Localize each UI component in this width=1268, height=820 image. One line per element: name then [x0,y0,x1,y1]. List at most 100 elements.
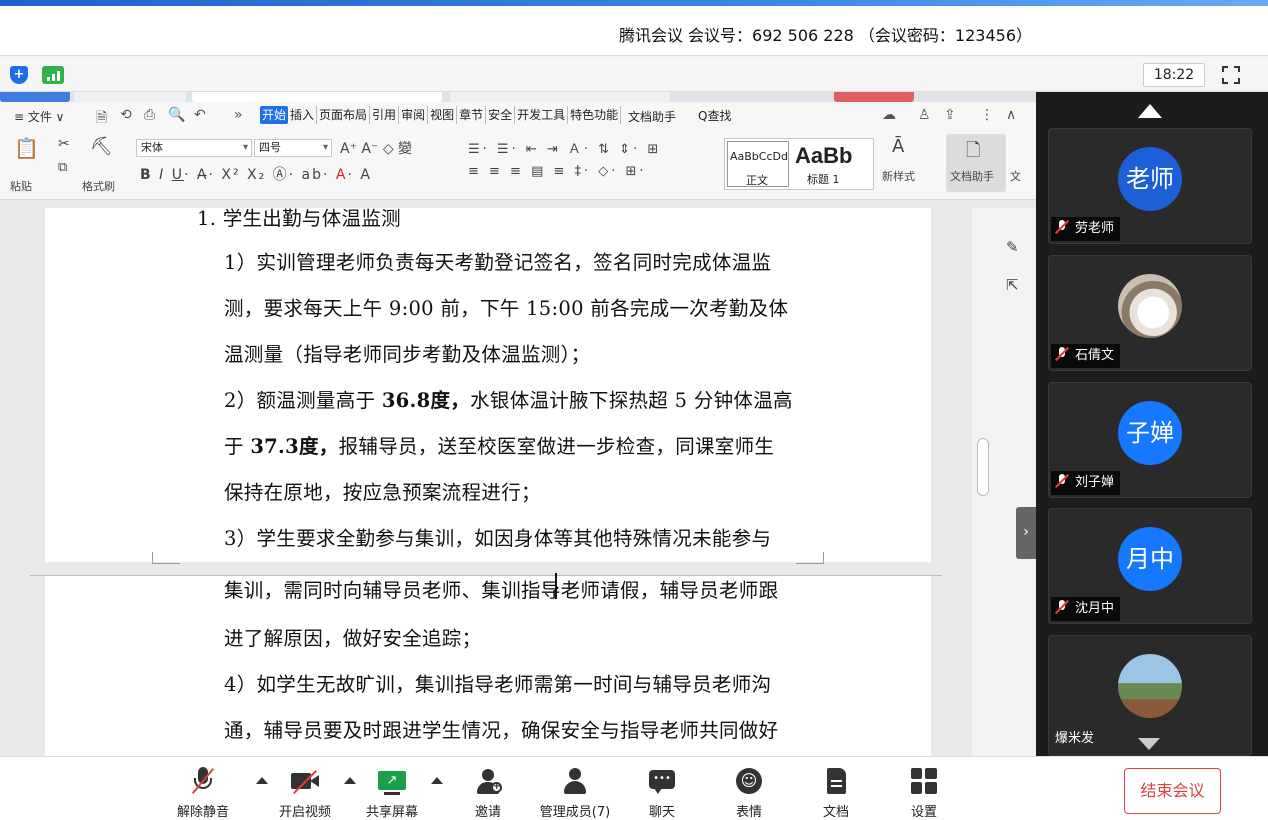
members-icon [561,767,589,795]
network-signal-icon[interactable] [42,66,64,84]
new-style-icon[interactable]: Ā [892,136,904,157]
style-heading-1[interactable]: AaBb 标题 1 [793,141,859,187]
tab-developer[interactable]: 开发工具 [515,106,569,124]
document-paragraph-line: 2）额温测量高于 36.8度，水银体温计腋下探热超 5 分钟体温高 [224,384,793,413]
tab-chapter[interactable]: 章节 [457,106,487,124]
participant-name: 石倩文 [1051,344,1121,368]
copy-icon[interactable]: ⧉ [58,160,67,175]
list-icons[interactable]: ☰· ☰· ⇤ ⇥ Ａ· ⇅ ⇕· ⊞ [468,138,661,157]
collab-icon[interactable]: ♙ [918,107,931,123]
unmute-button[interactable]: 解除静音 [163,765,243,820]
manage-members-button[interactable]: 管理成员(7) [535,765,615,820]
font-name-select[interactable]: 宋体 [136,139,252,157]
line-text: 进了解原因，做好安全追踪； [224,627,482,650]
cut-icon[interactable]: ✂ [58,136,70,152]
participant-tile[interactable]: 月中 沈月中 [1048,508,1252,624]
doc-assistant-icon: 🗋 [966,140,981,161]
text-cursor [555,573,557,599]
fullscreen-icon[interactable] [1222,66,1240,84]
unmute-label: 解除静音 [176,805,229,820]
participant-name-text: 石倩文 [1075,348,1115,363]
document-paragraph-line: 进了解原因，做好安全追踪； [224,622,481,651]
pointer-icon[interactable]: ⇱ [1006,276,1019,294]
security-shield-icon[interactable]: + [10,66,28,84]
scroll-down-arrow-icon[interactable] [1138,738,1160,750]
mic-muted-icon [1054,473,1070,489]
mic-muted-icon [1054,219,1070,235]
mic-off-icon [189,767,217,795]
document-paragraph-line: 1）实训管理老师负责每天考勤登记签名，签名同时完成体温监 [224,246,771,275]
tab-security[interactable]: 安全 [486,106,516,124]
document-icon [822,767,850,795]
vertical-scrollbar[interactable] [972,208,994,756]
line-text: 水银体温计腋下探热超 5 分钟体温高 [470,389,793,412]
end-meeting-button[interactable]: 结束会议 [1124,768,1221,814]
new-style-label[interactable]: 新样式 [882,168,915,184]
docs-button[interactable]: 文档 [796,765,876,820]
line-text: 保持在原地，按应急预案流程进行； [224,481,541,504]
tab-page-layout[interactable]: 页面布局 [317,106,371,124]
undo-icon[interactable]: ↶ [194,107,206,123]
grow-font-icon[interactable]: A⁺ A⁻ ◇ 變 [340,138,412,158]
scroll-up-arrow-icon[interactable] [1138,104,1162,118]
invite-button[interactable]: + 邀请 [448,765,528,820]
side-tools: ✎ ⇱ [994,208,1036,756]
doc-assistant-button[interactable]: 🗋 文档助手 [946,134,1006,192]
align-icons[interactable]: ≡ ≡ ≡ ▤ ≡ ‡· ◇· ⊞· [468,164,647,179]
style-normal[interactable]: AaBbCcDd 正文 [727,141,789,187]
meeting-banner: 腾讯会议 会议号：692 506 228 （会议密码：123456） [0,6,1268,56]
participant-name: 劳老师 [1051,217,1121,241]
document-paragraph-line: 温测量（指导老师同步考勤及体温监测）； [224,338,590,367]
settings-button[interactable]: 设置 [884,765,964,820]
share-screen-icon: ↗ [378,767,406,795]
file-menu[interactable]: ≡ 文件 ∨ [14,108,64,125]
tab-review[interactable]: 审阅 [399,106,429,124]
emoji-button[interactable]: ☺ 表情 [709,765,789,820]
text-format-icons[interactable]: B I U· A̶· X² X₂ Ⓐ· ab· A· A [140,164,372,184]
find-menu[interactable]: Q查找 [698,107,731,124]
invite-label: 邀请 [474,805,501,820]
participant-tile[interactable]: 老师 劳老师 [1048,128,1252,244]
ribbon-tabs: 开始 插入 页面布局 引用 审阅 视图 章节 安全 开发工具 特色功能 [260,106,622,124]
kebab-icon[interactable]: ⋮ [980,107,994,123]
doc-assistant-menu[interactable]: 文档助手 [628,108,676,125]
font-size-select[interactable]: 四号 [254,139,332,157]
cloud-icon[interactable]: ☁ [882,107,896,123]
pen-icon[interactable]: ✎ [1006,238,1019,256]
share-icon[interactable]: ⟲ [120,107,132,123]
chat-button[interactable]: ••• 聊天 [622,765,702,820]
share-options-caret-icon[interactable] [431,777,443,784]
tab-home[interactable]: 开始 [260,106,289,124]
save-icon[interactable]: 🗎 [96,107,107,131]
participant-name-text: 刘子婵 [1075,475,1115,490]
emoji-label: 表情 [735,805,762,820]
paste-label[interactable]: 粘贴 [10,178,32,194]
share-screen-button[interactable]: ↗ 共享屏幕 [352,765,432,820]
ribbon-cut-text: 文 [1010,170,1021,183]
start-video-button[interactable]: 开启视频 [265,765,345,820]
document-paragraph-line: 于 37.3度，报辅导员，送至校医室做进一步检查，同课室师生 [224,430,774,459]
format-painter-icon[interactable]: ⛏ [90,136,113,157]
line-text: 通，辅导员要及时跟进学生情况，确保安全与指导老师共同做好 [224,719,779,742]
tab-insert[interactable]: 插入 [288,106,318,124]
more-icon[interactable]: » [234,107,243,123]
participant-tile[interactable]: 石倩文 [1048,255,1252,371]
preview-icon[interactable]: 🔍 [168,107,185,123]
document-paragraph-line: 保持在原地，按应急预案流程进行； [224,476,541,505]
mic-muted-icon [1054,346,1070,362]
line-text: 报辅导员，送至校医室做进一步检查，同课室师生 [338,435,775,458]
tab-view[interactable]: 视图 [428,106,458,124]
scrollbar-thumb[interactable] [977,438,989,496]
participant-tile[interactable]: 子婵 刘子婵 [1048,382,1252,498]
format-painter-label[interactable]: 格式刷 [82,178,115,194]
collapse-panel-tab[interactable]: › [1016,507,1036,559]
avatar: 子婵 [1118,401,1182,465]
tab-special[interactable]: 特色功能 [568,106,622,124]
print-icon[interactable]: ⎙ [144,107,155,123]
paste-icon[interactable]: 📋 [14,136,39,160]
document-heading: 1. 学生出勤与体温监测 [197,202,401,231]
share-doc-icon[interactable]: ⇪ [944,107,956,123]
document-paragraph-line: 测，要求每天上午 9:00 前，下午 15:00 前各完成一次考勤及体 [224,292,788,321]
tab-references[interactable]: 引用 [370,106,400,124]
collapse-ribbon-icon[interactable]: ∧ [1006,107,1016,123]
